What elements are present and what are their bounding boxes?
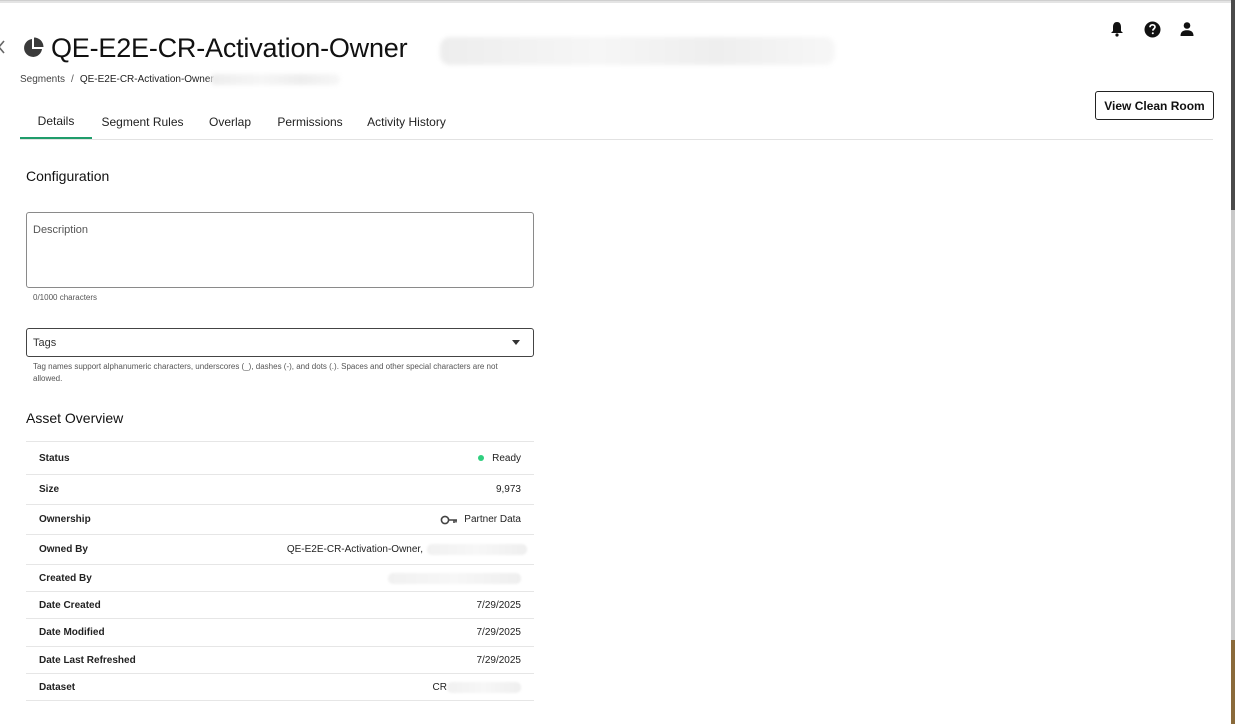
- row-label: Date Modified: [39, 627, 105, 638]
- pie-chart-icon: [22, 37, 44, 59]
- row-value: 7/29/2025: [476, 627, 522, 638]
- row-label: Date Last Refreshed: [39, 654, 136, 666]
- table-row-date-last-refreshed: Date Last Refreshed 7/29/2025: [26, 646, 534, 673]
- row-value: CR: [433, 681, 521, 693]
- breadcrumb-separator: /: [71, 74, 74, 85]
- redacted-value: [388, 572, 521, 584]
- tags-helper-text: Tag names support alphanumeric character…: [33, 362, 498, 383]
- table-row-created-by: Created By: [26, 564, 534, 591]
- key-icon: [440, 515, 458, 525]
- row-label: Ownership: [39, 514, 91, 525]
- row-value: [388, 572, 521, 584]
- page-title: QE-E2E-CR-Activation-Owner: [51, 33, 408, 63]
- tab-details[interactable]: Details: [20, 104, 92, 139]
- description-field[interactable]: Description: [26, 212, 534, 288]
- table-row-owned-by: Owned By QE-E2E-CR-Activation-Owner,: [26, 534, 534, 564]
- window-edge-strip: [1231, 0, 1235, 724]
- row-value: 9,973: [495, 484, 521, 495]
- tab-overlap[interactable]: Overlap: [205, 104, 255, 139]
- bell-icon[interactable]: [1108, 20, 1126, 38]
- row-value: Partner Data: [440, 514, 521, 525]
- breadcrumb: Segments / QE-E2E-CR-Activation-Owner: [20, 74, 214, 85]
- asset-overview-table: Status Ready Size 9,973 Ownership Partne…: [26, 441, 534, 701]
- row-value: QE-E2E-CR-Activation-Owner,: [287, 544, 527, 555]
- tags-placeholder: Tags: [33, 336, 57, 349]
- breadcrumb-current: QE-E2E-CR-Activation-Owner: [79, 74, 214, 85]
- row-label: Dataset: [39, 681, 76, 693]
- table-row-date-created: Date Created 7/29/2025: [26, 591, 534, 618]
- row-label: Date Created: [39, 599, 101, 611]
- tags-select[interactable]: Tags: [26, 328, 534, 357]
- row-label: Owned By: [39, 544, 88, 555]
- description-placeholder: Description: [33, 224, 89, 236]
- status-badge: Ready: [478, 453, 521, 464]
- row-label: Status: [39, 452, 70, 464]
- window-top-border: [0, 0, 1235, 3]
- redacted-value: [447, 681, 521, 693]
- row-value: 7/29/2025: [476, 599, 522, 611]
- chevron-down-icon[interactable]: [512, 340, 520, 345]
- table-row-size: Size 9,973: [26, 474, 534, 504]
- tab-segment-rules[interactable]: Segment Rules: [100, 104, 185, 139]
- description-char-count: 0/1000 characters: [33, 293, 98, 302]
- redacted-value: [427, 544, 527, 555]
- back-chevron-icon[interactable]: [0, 40, 10, 58]
- help-icon[interactable]: [1143, 20, 1161, 38]
- user-icon[interactable]: [1178, 20, 1196, 38]
- asset-overview-heading: Asset Overview: [26, 410, 124, 426]
- tab-activity-history[interactable]: Activity History: [365, 104, 448, 139]
- table-row-status: Status Ready: [26, 441, 534, 474]
- tab-bar: Details Segment Rules Overlap Permission…: [20, 104, 1213, 140]
- row-value: 7/29/2025: [476, 654, 522, 666]
- table-row-dataset: Dataset CR: [26, 673, 534, 701]
- breadcrumb-segments-link[interactable]: Segments: [20, 74, 65, 85]
- redacted-title-suffix: [440, 37, 835, 65]
- table-row-date-modified: Date Modified 7/29/2025: [26, 618, 534, 646]
- table-row-ownership: Ownership Partner Data: [26, 504, 534, 534]
- configuration-heading: Configuration: [26, 168, 110, 184]
- tab-permissions[interactable]: Permissions: [275, 104, 345, 139]
- status-dot-icon: [478, 455, 485, 461]
- redacted-breadcrumb-suffix: [210, 74, 340, 85]
- row-label: Size: [39, 484, 60, 495]
- row-label: Created By: [39, 572, 92, 584]
- top-icon-bar: [1108, 20, 1213, 38]
